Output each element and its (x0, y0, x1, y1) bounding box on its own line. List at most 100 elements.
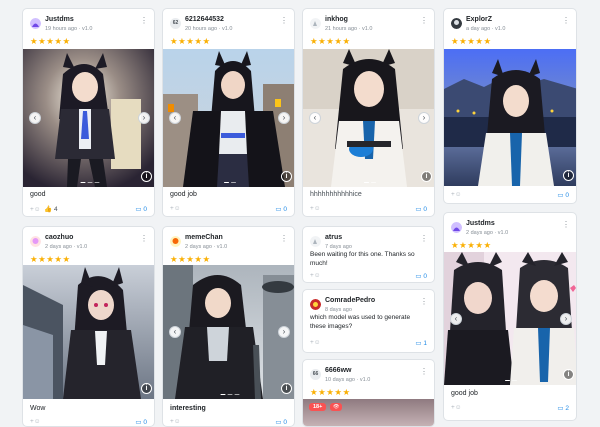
comment-icon: ▭ (557, 405, 564, 412)
avatar[interactable]: 62 (170, 18, 181, 29)
add-reaction-button[interactable]: +☺ 👍 4 (30, 205, 58, 213)
username[interactable]: inkhog (325, 16, 348, 23)
prev-image-button[interactable]: ‹ (309, 112, 321, 124)
more-menu-icon[interactable]: ⋮ (562, 17, 570, 25)
more-menu-icon[interactable]: ⋮ (280, 17, 288, 25)
blurred-nsfw-image[interactable]: 18+ 👁 (303, 399, 434, 426)
avatar[interactable] (310, 299, 321, 310)
avatar[interactable] (30, 18, 41, 29)
info-icon[interactable]: i (421, 171, 432, 182)
review-image[interactable]: ‹ › i (163, 49, 294, 187)
next-image-button[interactable]: › (278, 112, 290, 124)
more-menu-icon[interactable]: ⋮ (420, 298, 428, 306)
info-icon[interactable]: i (281, 171, 292, 182)
add-reaction-button[interactable]: +☺ (30, 418, 40, 425)
comment-icon: ▭ (135, 206, 142, 213)
avatar[interactable] (310, 236, 321, 247)
comment-count: 1 (423, 340, 427, 347)
review-image[interactable]: i (23, 265, 154, 399)
card-header: Justdms 2 days ago · v1.0 ⋮ ★★★★★ (451, 219, 570, 249)
more-menu-icon[interactable]: ⋮ (420, 368, 428, 376)
username[interactable]: caozhuo (45, 234, 73, 241)
username[interactable]: atrus (325, 234, 342, 241)
review-image[interactable]: ‹ › i (444, 252, 576, 385)
prev-image-button[interactable]: ‹ (29, 112, 41, 124)
review-card: Justdms 19 hours ago · v1.0 ⋮ ★★★★★ ‹ › … (22, 8, 155, 217)
review-image[interactable]: ‹ › i (303, 49, 434, 187)
prev-image-button[interactable]: ‹ (169, 326, 181, 338)
star-rating: ★★★★★ (170, 254, 211, 264)
info-icon[interactable]: i (563, 369, 574, 380)
add-reaction-button[interactable]: +☺ (451, 191, 461, 198)
more-menu-icon[interactable]: ⋮ (562, 221, 570, 229)
add-reaction-button[interactable]: +☺ (451, 404, 461, 411)
next-image-button[interactable]: › (418, 112, 430, 124)
prev-image-button[interactable]: ‹ (169, 112, 181, 124)
post-meta: 21 hours ago · v1.0 (325, 26, 373, 32)
comment-icon: ▭ (275, 419, 282, 426)
info-icon[interactable]: i (141, 171, 152, 182)
avatar[interactable]: 66 (310, 369, 321, 380)
comments-button[interactable]: ▭ 1 (415, 339, 427, 347)
username[interactable]: memeChan (185, 234, 223, 241)
username[interactable]: Justdms (466, 220, 495, 227)
more-menu-icon[interactable]: ⋮ (140, 17, 148, 25)
review-image[interactable]: i (444, 49, 576, 186)
review-image[interactable]: ‹ › i (23, 49, 154, 187)
next-image-button[interactable]: › (278, 326, 290, 338)
review-card: ExplorZ a day ago · v1.0 ⋮ ★★★★★ i +☺ ▭ … (443, 8, 577, 204)
username[interactable]: ExplorZ (466, 16, 492, 23)
comments-button[interactable]: ▭ 0 (135, 418, 147, 426)
star-rating: ★★★★★ (451, 36, 492, 46)
review-card: memeChan 2 days ago · v1.0 ⋮ ★★★★★ ‹ › i… (162, 226, 295, 427)
more-menu-icon[interactable]: ⋮ (420, 235, 428, 243)
star-rating: ★★★★★ (310, 36, 351, 46)
next-image-button[interactable]: › (560, 312, 572, 325)
username[interactable]: 6666ww (325, 367, 351, 374)
username[interactable]: 6212644532 (185, 16, 224, 23)
info-icon[interactable]: i (141, 383, 152, 394)
image-pagination (80, 181, 99, 183)
next-image-button[interactable]: › (138, 112, 150, 124)
card-header: caozhuo 2 days ago · v1.0 ⋮ ★★★★★ (30, 233, 148, 263)
username[interactable]: ComradePedro (325, 297, 375, 304)
avatar[interactable] (30, 236, 41, 247)
eye-icon[interactable]: 👁 (330, 403, 343, 411)
comment-count: 0 (565, 192, 569, 199)
comments-button[interactable]: ▭ 0 (415, 205, 427, 213)
avatar[interactable] (451, 222, 462, 233)
post-meta: 2 days ago · v1.0 (466, 230, 509, 236)
post-meta: 20 hours ago · v1.0 (185, 26, 233, 32)
comments-button[interactable]: ▭ 0 (557, 191, 569, 199)
card-header: memeChan 2 days ago · v1.0 ⋮ ★★★★★ (170, 233, 288, 263)
more-menu-icon[interactable]: ⋮ (420, 17, 428, 25)
username[interactable]: Justdms (45, 16, 74, 23)
comments-button[interactable]: ▭ 0 (135, 205, 147, 213)
thumbs-up-icon: 👍 (44, 206, 53, 213)
review-image[interactable]: ‹ › i (163, 265, 294, 399)
post-meta: 10 days ago · v1.0 (325, 377, 371, 383)
comments-button[interactable]: ▭ 2 (557, 404, 569, 412)
add-reaction-button[interactable]: +☺ (310, 339, 320, 346)
card-footer: +☺ ▭ 0 (310, 205, 427, 214)
add-reaction-button[interactable]: +☺ (310, 272, 320, 279)
info-icon[interactable]: i (281, 383, 292, 394)
prev-image-button[interactable]: ‹ (450, 312, 462, 325)
add-reaction-button[interactable]: +☺ (310, 205, 320, 212)
card-footer: +☺ 👍 4 ▭ 0 (30, 205, 147, 214)
comments-button[interactable]: ▭ 0 (275, 205, 287, 213)
post-meta: 2 days ago · v1.0 (45, 244, 88, 250)
add-reaction-button[interactable]: +☺ (170, 418, 180, 425)
info-icon[interactable]: i (563, 170, 574, 181)
add-reaction-button[interactable]: +☺ (170, 205, 180, 212)
more-menu-icon[interactable]: ⋮ (280, 235, 288, 243)
avatar[interactable] (170, 236, 181, 247)
comments-button[interactable]: ▭ 0 (275, 418, 287, 426)
review-caption: good job (451, 390, 478, 397)
comments-button[interactable]: ▭ 0 (415, 272, 427, 280)
avatar[interactable] (310, 18, 321, 29)
avatar[interactable] (451, 18, 462, 29)
star-rating: ★★★★★ (30, 36, 71, 46)
more-menu-icon[interactable]: ⋮ (140, 235, 148, 243)
review-caption: hhhhhhhhhhhice (310, 191, 362, 198)
